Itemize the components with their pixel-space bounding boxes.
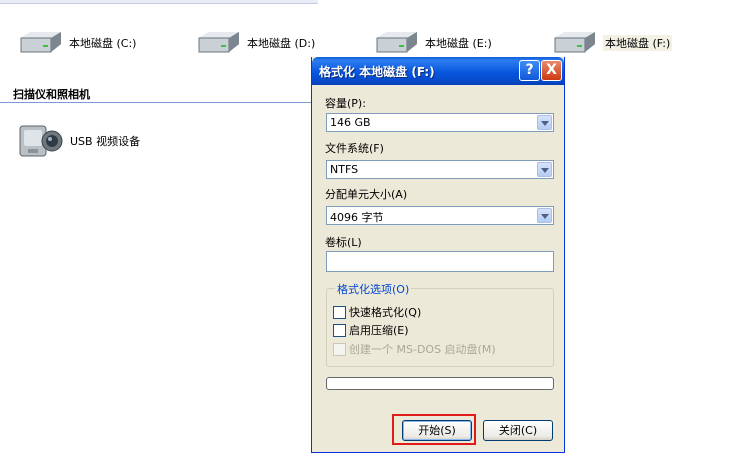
section-divider <box>0 102 318 103</box>
quick-format-label: 快速格式化(Q) <box>349 306 422 319</box>
chevron-down-icon[interactable] <box>537 115 552 130</box>
format-dialog: 格式化 本地磁盘 (F:) ? X 容量(P): 146 GB 文件系统(F) … <box>311 57 565 453</box>
close-icon: X <box>546 62 557 78</box>
drive-label: 本地磁盘 (C:) <box>69 37 137 50</box>
enable-compression-label: 启用压缩(E) <box>349 324 409 337</box>
enable-compression-checkbox[interactable]: 启用压缩(E) <box>333 322 409 338</box>
filesystem-label: 文件系统(F) <box>325 142 384 155</box>
camera-icon <box>19 125 63 157</box>
msdos-startup-disk-checkbox: 创建一个 MS-DOS 启动盘(M) <box>333 341 496 357</box>
volume-label-label: 卷标(L) <box>325 236 362 249</box>
format-options-title: 格式化选项(O) <box>335 281 412 297</box>
alloc-size-select[interactable]: 4096 字节 <box>326 206 554 225</box>
volume-label-input[interactable] <box>326 251 554 272</box>
hard-drive-icon <box>198 32 239 53</box>
alloc-size-value: 4096 字节 <box>330 211 384 224</box>
start-button[interactable]: 开始(S) <box>402 420 472 441</box>
format-progress-bar <box>326 377 554 390</box>
drive-e[interactable]: 本地磁盘 (E:) <box>373 28 492 58</box>
quick-format-checkbox[interactable]: 快速格式化(Q) <box>333 304 421 320</box>
checkbox-box[interactable] <box>333 305 346 319</box>
help-button[interactable]: ? <box>519 60 540 81</box>
usb-device-label: USB 视频设备 <box>70 135 141 148</box>
chevron-down-icon[interactable] <box>537 162 552 177</box>
drive-c[interactable]: 本地磁盘 (C:) <box>17 28 136 58</box>
section-title: 扫描仪和照相机 <box>13 88 90 101</box>
hard-drive-icon <box>376 32 417 53</box>
drive-label: 本地磁盘 (F:) <box>603 35 673 51</box>
hard-drive-icon <box>20 32 61 53</box>
explorer-top-border <box>0 0 318 4</box>
capacity-value: 146 GB <box>330 116 371 129</box>
drive-label: 本地磁盘 (E:) <box>425 37 492 50</box>
dialog-title: 格式化 本地磁盘 (F:) <box>319 65 435 79</box>
capacity-label: 容量(P): <box>325 97 366 110</box>
checkbox-box <box>333 342 346 356</box>
section-scanners-cameras: 扫描仪和照相机 <box>0 86 318 103</box>
capacity-select[interactable]: 146 GB <box>326 113 554 132</box>
drive-f[interactable]: 本地磁盘 (F:) <box>551 28 673 58</box>
filesystem-select[interactable]: NTFS <box>326 160 554 179</box>
filesystem-value: NTFS <box>330 163 359 176</box>
usb-video-device[interactable]: USB 视频设备 <box>16 120 140 162</box>
dialog-titlebar[interactable]: 格式化 本地磁盘 (F:) ? X <box>312 57 564 85</box>
alloc-size-label: 分配单元大小(A) <box>325 188 408 201</box>
close-button[interactable]: 关闭(C) <box>483 420 553 441</box>
hard-drive-icon <box>554 32 595 53</box>
checkbox-box[interactable] <box>333 323 346 337</box>
msdos-startup-disk-label: 创建一个 MS-DOS 启动盘(M) <box>349 343 496 356</box>
chevron-down-icon[interactable] <box>537 208 552 223</box>
drive-d[interactable]: 本地磁盘 (D:) <box>195 28 315 58</box>
format-options-group: 格式化选项(O) 快速格式化(Q) 启用压缩(E) 创建一个 MS-DOS 启动… <box>326 281 554 367</box>
help-icon: ? <box>525 62 534 78</box>
close-window-button[interactable]: X <box>541 60 562 81</box>
drive-label: 本地磁盘 (D:) <box>247 37 316 50</box>
